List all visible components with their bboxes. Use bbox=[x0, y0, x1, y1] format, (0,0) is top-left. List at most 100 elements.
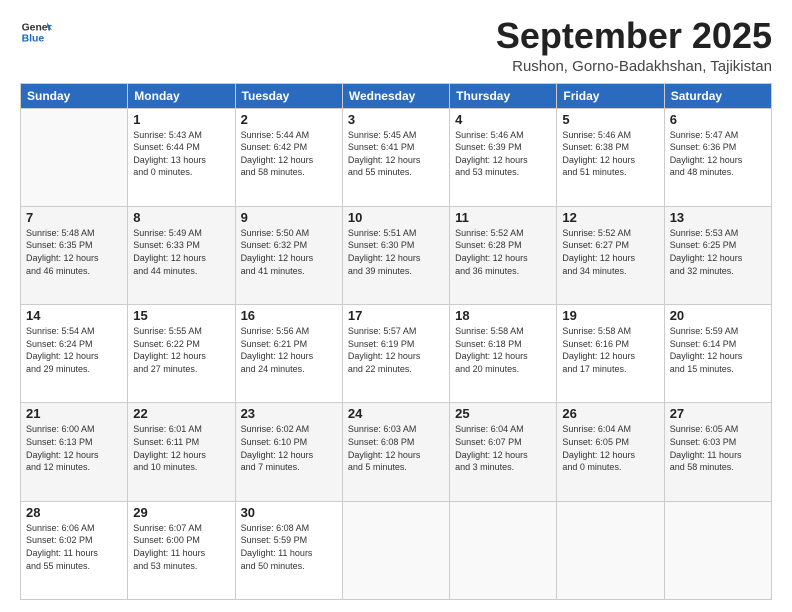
day-number: 24 bbox=[348, 406, 444, 421]
location: Rushon, Gorno-Badakhshan, Tajikistan bbox=[496, 58, 772, 75]
day-info: Sunrise: 5:56 AM Sunset: 6:21 PM Dayligh… bbox=[241, 325, 337, 375]
day-info: Sunrise: 6:03 AM Sunset: 6:08 PM Dayligh… bbox=[348, 423, 444, 473]
day-number: 11 bbox=[455, 210, 551, 225]
day-number: 6 bbox=[670, 112, 766, 127]
calendar-cell: 19Sunrise: 5:58 AM Sunset: 6:16 PM Dayli… bbox=[557, 305, 664, 403]
calendar-cell: 15 Sunrise: 5:55 AM Sunset: 6:22 PM Dayli… bbox=[128, 305, 235, 403]
day-info: Sunrise: 5:43 AM Sunset: 6:44 PM Dayligh… bbox=[133, 129, 229, 179]
day-info: Sunrise: 5:58 AM Sunset: 6:18 PM Dayligh… bbox=[455, 325, 551, 375]
day-number: 15 bbox=[133, 308, 229, 323]
day-number: 19 bbox=[562, 308, 658, 323]
calendar-cell: 5 Sunrise: 5:46 AM Sunset: 6:38 PM Daylig… bbox=[557, 108, 664, 206]
day-number: 27 bbox=[670, 406, 766, 421]
col-wednesday: Wednesday bbox=[342, 83, 449, 108]
calendar-cell: 1 Sunrise: 5:43 AM Sunset: 6:44 PM Daylig… bbox=[128, 108, 235, 206]
calendar-cell bbox=[664, 501, 771, 599]
calendar-cell: 29Sunrise: 6:07 AM Sunset: 6:00 PM Dayli… bbox=[128, 501, 235, 599]
calendar-cell: 14Sunrise: 5:54 AM Sunset: 6:24 PM Dayli… bbox=[21, 305, 128, 403]
day-info: Sunrise: 6:05 AM Sunset: 6:03 PM Dayligh… bbox=[670, 423, 766, 473]
calendar-cell: 20Sunrise: 5:59 AM Sunset: 6:14 PM Dayli… bbox=[664, 305, 771, 403]
calendar-cell: 23Sunrise: 6:02 AM Sunset: 6:10 PM Dayli… bbox=[235, 403, 342, 501]
col-tuesday: Tuesday bbox=[235, 83, 342, 108]
calendar-cell: 9Sunrise: 5:50 AM Sunset: 6:32 PM Daylig… bbox=[235, 206, 342, 304]
day-info: Sunrise: 5:52 AM Sunset: 6:28 PM Dayligh… bbox=[455, 227, 551, 277]
day-info: Sunrise: 5:49 AM Sunset: 6:33 PM Dayligh… bbox=[133, 227, 229, 277]
day-number: 2 bbox=[241, 112, 337, 127]
day-info: Sunrise: 5:46 AM Sunset: 6:39 PM Dayligh… bbox=[455, 129, 551, 179]
calendar-cell: 4 Sunrise: 5:46 AM Sunset: 6:39 PM Daylig… bbox=[450, 108, 557, 206]
day-info: Sunrise: 6:04 AM Sunset: 6:07 PM Dayligh… bbox=[455, 423, 551, 473]
calendar-cell bbox=[21, 108, 128, 206]
day-info: Sunrise: 6:00 AM Sunset: 6:13 PM Dayligh… bbox=[26, 423, 122, 473]
calendar-cell: 13 Sunrise: 5:53 AM Sunset: 6:25 PM Dayli… bbox=[664, 206, 771, 304]
col-monday: Monday bbox=[128, 83, 235, 108]
calendar-cell bbox=[450, 501, 557, 599]
day-number: 26 bbox=[562, 406, 658, 421]
calendar-cell bbox=[557, 501, 664, 599]
day-info: Sunrise: 5:45 AM Sunset: 6:41 PM Dayligh… bbox=[348, 129, 444, 179]
month-title: September 2025 bbox=[496, 16, 772, 56]
calendar-week-4: 21 Sunrise: 6:00 AM Sunset: 6:13 PM Dayli… bbox=[21, 403, 772, 501]
calendar-cell: 25 Sunrise: 6:04 AM Sunset: 6:07 PM Dayli… bbox=[450, 403, 557, 501]
calendar-cell: 10 Sunrise: 5:51 AM Sunset: 6:30 PM Dayli… bbox=[342, 206, 449, 304]
day-info: Sunrise: 5:55 AM Sunset: 6:22 PM Dayligh… bbox=[133, 325, 229, 375]
calendar-cell: 7 Sunrise: 5:48 AM Sunset: 6:35 PM Daylig… bbox=[21, 206, 128, 304]
day-number: 22 bbox=[133, 406, 229, 421]
calendar-cell: 16 Sunrise: 5:56 AM Sunset: 6:21 PM Dayli… bbox=[235, 305, 342, 403]
day-info: Sunrise: 5:54 AM Sunset: 6:24 PM Dayligh… bbox=[26, 325, 122, 375]
day-number: 30 bbox=[241, 505, 337, 520]
day-info: Sunrise: 5:52 AM Sunset: 6:27 PM Dayligh… bbox=[562, 227, 658, 277]
calendar-cell: 27 Sunrise: 6:05 AM Sunset: 6:03 PM Dayli… bbox=[664, 403, 771, 501]
day-info: Sunrise: 5:59 AM Sunset: 6:14 PM Dayligh… bbox=[670, 325, 766, 375]
logo: General Blue bbox=[20, 16, 52, 48]
calendar-cell: 11 Sunrise: 5:52 AM Sunset: 6:28 PM Dayli… bbox=[450, 206, 557, 304]
day-info: Sunrise: 5:46 AM Sunset: 6:38 PM Dayligh… bbox=[562, 129, 658, 179]
day-number: 18 bbox=[455, 308, 551, 323]
day-number: 25 bbox=[455, 406, 551, 421]
calendar-cell: 3 Sunrise: 5:45 AM Sunset: 6:41 PM Daylig… bbox=[342, 108, 449, 206]
calendar-week-2: 7 Sunrise: 5:48 AM Sunset: 6:35 PM Daylig… bbox=[21, 206, 772, 304]
day-number: 5 bbox=[562, 112, 658, 127]
calendar-cell: 6 Sunrise: 5:47 AM Sunset: 6:36 PM Daylig… bbox=[664, 108, 771, 206]
day-number: 1 bbox=[133, 112, 229, 127]
day-info: Sunrise: 5:47 AM Sunset: 6:36 PM Dayligh… bbox=[670, 129, 766, 179]
calendar-page: General Blue September 2025 Rushon, Gorn… bbox=[0, 0, 792, 612]
calendar-table: Sunday Monday Tuesday Wednesday Thursday… bbox=[20, 83, 772, 600]
calendar-cell: 18 Sunrise: 5:58 AM Sunset: 6:18 PM Dayli… bbox=[450, 305, 557, 403]
day-number: 17 bbox=[348, 308, 444, 323]
day-info: Sunrise: 5:51 AM Sunset: 6:30 PM Dayligh… bbox=[348, 227, 444, 277]
day-info: Sunrise: 5:48 AM Sunset: 6:35 PM Dayligh… bbox=[26, 227, 122, 277]
calendar-cell: 21 Sunrise: 6:00 AM Sunset: 6:13 PM Dayli… bbox=[21, 403, 128, 501]
header: General Blue September 2025 Rushon, Gorn… bbox=[20, 16, 772, 75]
calendar-cell: 22Sunrise: 6:01 AM Sunset: 6:11 PM Dayli… bbox=[128, 403, 235, 501]
day-number: 29 bbox=[133, 505, 229, 520]
day-number: 7 bbox=[26, 210, 122, 225]
calendar-cell: 24 Sunrise: 6:03 AM Sunset: 6:08 PM Dayli… bbox=[342, 403, 449, 501]
day-info: Sunrise: 6:06 AM Sunset: 6:02 PM Dayligh… bbox=[26, 522, 122, 572]
calendar-week-3: 14Sunrise: 5:54 AM Sunset: 6:24 PM Dayli… bbox=[21, 305, 772, 403]
day-number: 21 bbox=[26, 406, 122, 421]
day-number: 3 bbox=[348, 112, 444, 127]
day-number: 10 bbox=[348, 210, 444, 225]
calendar-week-5: 28Sunrise: 6:06 AM Sunset: 6:02 PM Dayli… bbox=[21, 501, 772, 599]
calendar-cell: 17Sunrise: 5:57 AM Sunset: 6:19 PM Dayli… bbox=[342, 305, 449, 403]
col-sunday: Sunday bbox=[21, 83, 128, 108]
calendar-cell: 30Sunrise: 6:08 AM Sunset: 5:59 PM Dayli… bbox=[235, 501, 342, 599]
day-info: Sunrise: 6:04 AM Sunset: 6:05 PM Dayligh… bbox=[562, 423, 658, 473]
logo-icon: General Blue bbox=[20, 16, 52, 48]
header-row: Sunday Monday Tuesday Wednesday Thursday… bbox=[21, 83, 772, 108]
day-number: 8 bbox=[133, 210, 229, 225]
col-friday: Friday bbox=[557, 83, 664, 108]
calendar-cell bbox=[342, 501, 449, 599]
calendar-cell: 28Sunrise: 6:06 AM Sunset: 6:02 PM Dayli… bbox=[21, 501, 128, 599]
day-info: Sunrise: 5:44 AM Sunset: 6:42 PM Dayligh… bbox=[241, 129, 337, 179]
calendar-cell: 12Sunrise: 5:52 AM Sunset: 6:27 PM Dayli… bbox=[557, 206, 664, 304]
day-info: Sunrise: 5:50 AM Sunset: 6:32 PM Dayligh… bbox=[241, 227, 337, 277]
calendar-cell: 2 Sunrise: 5:44 AM Sunset: 6:42 PM Daylig… bbox=[235, 108, 342, 206]
day-info: Sunrise: 5:53 AM Sunset: 6:25 PM Dayligh… bbox=[670, 227, 766, 277]
calendar-cell: 8 Sunrise: 5:49 AM Sunset: 6:33 PM Daylig… bbox=[128, 206, 235, 304]
day-number: 4 bbox=[455, 112, 551, 127]
calendar-week-1: 1 Sunrise: 5:43 AM Sunset: 6:44 PM Daylig… bbox=[21, 108, 772, 206]
day-number: 16 bbox=[241, 308, 337, 323]
day-number: 13 bbox=[670, 210, 766, 225]
